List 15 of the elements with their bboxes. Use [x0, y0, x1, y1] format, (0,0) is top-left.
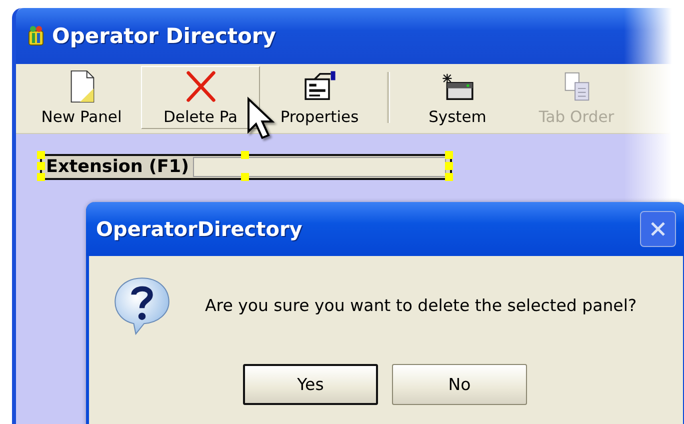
window-title: Operator Directory [52, 24, 276, 48]
toolbar-button[interactable]: System [398, 66, 517, 129]
field-label: Extension (F1) [46, 157, 190, 177]
toolbar-button[interactable]: New Panel [22, 66, 141, 129]
dialog-message: Are you sure you want to delete the selected panel? [205, 296, 637, 314]
toolbar-button[interactable]: Delete Pa [141, 66, 260, 129]
app-icon [26, 25, 46, 47]
dialog-title: OperatorDirectory [96, 217, 302, 241]
dialog-button[interactable]: No [392, 364, 527, 405]
pointer-cursor-icon [246, 96, 276, 142]
input-field[interactable] [193, 157, 446, 177]
selection-handle[interactable] [241, 173, 249, 181]
panel-control[interactable]: Extension (F1) [40, 154, 452, 180]
selection-handle[interactable] [241, 151, 249, 159]
dialog-button[interactable]: Yes [243, 364, 378, 405]
